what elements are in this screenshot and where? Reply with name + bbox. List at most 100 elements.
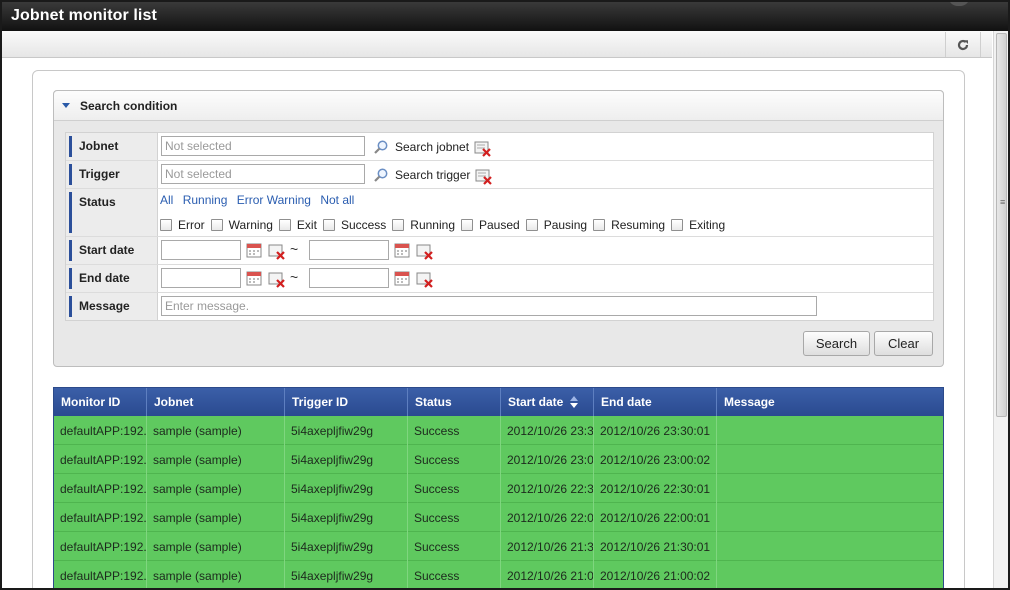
- message-row: Message: [66, 293, 933, 320]
- column-header-start-date[interactable]: Start date: [501, 388, 594, 416]
- checkbox-box[interactable]: [525, 219, 538, 231]
- search-button[interactable]: Search: [803, 331, 870, 356]
- collapse-caret-icon[interactable]: [62, 103, 70, 108]
- checkbox-box[interactable]: [593, 219, 606, 231]
- end-date-from-input[interactable]: [161, 268, 241, 288]
- refresh-button[interactable]: [945, 32, 981, 57]
- calendar-icon[interactable]: [394, 270, 410, 286]
- clear-date-icon[interactable]: [268, 272, 286, 288]
- cell-message: [717, 532, 943, 561]
- table-row[interactable]: defaultAPP:192. sample (sample) 5i4axepl…: [54, 445, 943, 474]
- cell-trigger-id: 5i4axepljfiw29g: [285, 474, 408, 503]
- clear-date-icon[interactable]: [416, 244, 434, 260]
- checkbox-error[interactable]: Error: [160, 218, 205, 232]
- jobnet-input[interactable]: [161, 136, 365, 156]
- checkbox-exiting[interactable]: Exiting: [671, 218, 725, 232]
- cell-trigger-id: 5i4axepljfiw29g: [285, 503, 408, 532]
- cell-end-date: 2012/10/26 21:00:02: [594, 561, 717, 588]
- search-icon[interactable]: [373, 139, 389, 155]
- search-condition-title: Search condition: [80, 99, 178, 113]
- table-row[interactable]: defaultAPP:192. sample (sample) 5i4axepl…: [54, 474, 943, 503]
- status-link-not-all[interactable]: Not all: [320, 193, 354, 207]
- jobnet-label: Jobnet: [66, 133, 158, 160]
- clear-button[interactable]: Clear: [874, 331, 933, 356]
- column-header-end-date[interactable]: End date: [594, 388, 717, 416]
- table-row[interactable]: defaultAPP:192. sample (sample) 5i4axepl…: [54, 532, 943, 561]
- cell-trigger-id: 5i4axepljfiw29g: [285, 445, 408, 474]
- cell-start-date: 2012/10/26 22:0: [501, 503, 594, 532]
- checkbox-exit[interactable]: Exit: [278, 218, 317, 232]
- cell-start-date: 2012/10/26 21:0: [501, 561, 594, 588]
- search-jobnet-link[interactable]: Search jobnet: [395, 140, 469, 154]
- status-link-running[interactable]: Running: [183, 193, 228, 207]
- cell-trigger-id: 5i4axepljfiw29g: [285, 561, 408, 588]
- checkbox-resuming[interactable]: Resuming: [593, 218, 665, 232]
- cell-start-date: 2012/10/26 22:3: [501, 474, 594, 503]
- search-condition-header[interactable]: Search condition: [54, 91, 943, 121]
- status-link-error-warning[interactable]: Error Warning: [237, 193, 311, 207]
- table-row[interactable]: defaultAPP:192. sample (sample) 5i4axepl…: [54, 561, 943, 588]
- sort-descending-icon[interactable]: [569, 395, 578, 408]
- message-label: Message: [66, 293, 158, 320]
- column-header-trigger-id[interactable]: Trigger ID: [285, 388, 408, 416]
- calendar-icon[interactable]: [246, 242, 262, 258]
- checkbox-paused[interactable]: Paused: [461, 218, 520, 232]
- checkbox-box[interactable]: [461, 219, 473, 231]
- checkbox-box[interactable]: [671, 219, 684, 231]
- status-row: Status All Running Error Warning Not all…: [66, 189, 933, 237]
- cell-jobnet: sample (sample): [147, 474, 285, 503]
- checkbox-box[interactable]: [278, 219, 291, 231]
- start-date-from-input[interactable]: [161, 240, 241, 260]
- title-bar: Jobnet monitor list: [2, 2, 1008, 31]
- clear-trigger-icon[interactable]: [475, 169, 493, 185]
- column-header-status[interactable]: Status: [408, 388, 501, 416]
- search-condition-panel: Search condition Jobnet Search jobnet: [53, 90, 944, 367]
- start-date-row: Start date ~: [66, 237, 933, 265]
- checkbox-box[interactable]: [160, 219, 172, 231]
- vertical-scrollbar[interactable]: ≡: [993, 31, 1008, 588]
- end-date-to-input[interactable]: [309, 268, 389, 288]
- checkbox-box[interactable]: [322, 219, 335, 231]
- calendar-icon[interactable]: [246, 270, 262, 286]
- start-date-to-input[interactable]: [309, 240, 389, 260]
- trigger-label: Trigger: [66, 161, 158, 188]
- cell-message: [717, 503, 943, 532]
- checkbox-pausing[interactable]: Pausing: [525, 218, 587, 232]
- date-range-separator: ~: [290, 241, 299, 257]
- checkbox-box[interactable]: [210, 219, 223, 231]
- calendar-icon[interactable]: [394, 242, 410, 258]
- checkbox-success[interactable]: Success: [322, 218, 386, 232]
- search-trigger-link[interactable]: Search trigger: [395, 168, 470, 182]
- window-corner-decoration: [948, 2, 970, 6]
- clear-jobnet-icon[interactable]: [474, 141, 492, 157]
- clear-date-icon[interactable]: [268, 244, 286, 260]
- clear-date-icon[interactable]: [416, 272, 434, 288]
- checkbox-running[interactable]: Running: [392, 218, 455, 232]
- scrollbar-thumb[interactable]: ≡: [996, 33, 1007, 417]
- search-icon[interactable]: [373, 167, 389, 183]
- cell-message: [717, 474, 943, 503]
- status-link-all[interactable]: All: [160, 193, 173, 207]
- column-header-message[interactable]: Message: [717, 388, 943, 416]
- refresh-icon: [957, 39, 969, 50]
- cell-start-date: 2012/10/26 23:0: [501, 445, 594, 474]
- message-input[interactable]: [161, 296, 817, 316]
- end-date-label: End date: [66, 265, 158, 292]
- cell-monitor-id: defaultAPP:192.: [54, 503, 147, 532]
- cell-start-date: 2012/10/26 23:3: [501, 416, 594, 445]
- column-header-monitor-id[interactable]: Monitor ID: [54, 388, 147, 416]
- cell-jobnet: sample (sample): [147, 503, 285, 532]
- jobnet-monitor-grid: Monitor ID Jobnet Trigger ID Status Star…: [53, 387, 944, 588]
- trigger-row: Trigger Search trigger: [66, 161, 933, 189]
- checkbox-box[interactable]: [392, 219, 405, 231]
- cell-jobnet: sample (sample): [147, 561, 285, 588]
- table-row[interactable]: defaultAPP:192. sample (sample) 5i4axepl…: [54, 416, 943, 445]
- start-date-label: Start date: [66, 237, 158, 264]
- end-date-row: End date ~: [66, 265, 933, 293]
- checkbox-warning[interactable]: Warning: [210, 218, 273, 232]
- cell-message: [717, 416, 943, 445]
- column-header-jobnet[interactable]: Jobnet: [147, 388, 285, 416]
- cell-status: Success: [408, 474, 501, 503]
- table-row[interactable]: defaultAPP:192. sample (sample) 5i4axepl…: [54, 503, 943, 532]
- trigger-input[interactable]: [161, 164, 365, 184]
